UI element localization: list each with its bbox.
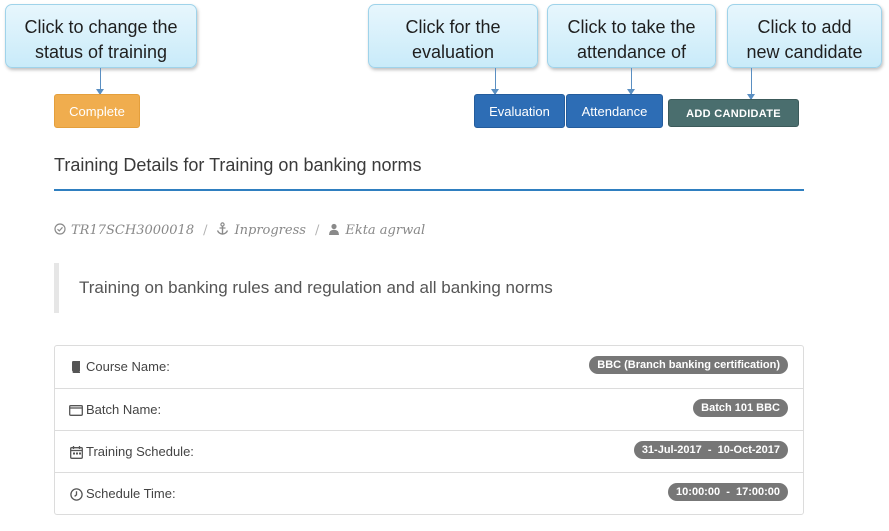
callout-attendance-arrow — [627, 68, 635, 95]
page-title: Training Details for Training on banking… — [54, 155, 422, 175]
callout-attendance: Click to take the attendance of — [547, 4, 716, 68]
table-row: Schedule Time: 10:00:00 - 17:00:00 — [55, 472, 803, 514]
callout-add-line2: new candidate — [746, 42, 863, 62]
training-code: TR17SCH3000018 — [71, 223, 195, 238]
batch-name-value: Batch 101 BBC — [693, 399, 788, 417]
callout-status-line1: Click to change the — [24, 17, 178, 37]
callout-status-arrow — [96, 68, 104, 95]
calendar-icon — [69, 445, 83, 459]
batch-name-label: Batch Name: — [86, 402, 162, 417]
user-icon — [328, 223, 340, 239]
training-meta: TR17SCH3000018 / Inprogress / Ekta agrwa… — [54, 222, 425, 239]
trainer-name: Ekta agrwal — [345, 223, 426, 238]
callout-status: Click to change the status of training — [5, 4, 197, 68]
callout-evaluation-line2: evaluation — [411, 42, 495, 62]
evaluation-button[interactable]: Evaluation — [474, 94, 565, 128]
clock-icon — [69, 487, 83, 501]
table-row: Training Schedule: 31-Jul-2017 - 10-Oct-… — [55, 430, 803, 472]
anchor-icon — [216, 222, 229, 239]
table-row: Batch Name: Batch 101 BBC — [55, 388, 803, 430]
title-divider — [54, 189, 804, 191]
callout-evaluation-line1: Click for the — [405, 17, 501, 37]
check-circle-icon — [54, 222, 66, 239]
training-schedule-value: 31-Jul-2017 - 10-Oct-2017 — [633, 441, 788, 459]
training-status: Inprogress — [234, 223, 306, 238]
callout-add-arrow — [747, 68, 755, 100]
callout-evaluation-arrow — [491, 68, 499, 95]
callout-status-line2: status of training — [34, 42, 168, 62]
details-table: Course Name: BBC (Branch banking certifi… — [54, 345, 804, 515]
add-candidate-button[interactable]: ADD CANDIDATE — [668, 99, 799, 127]
callout-evaluation: Click for the evaluation — [368, 4, 538, 68]
window-icon — [69, 404, 83, 416]
training-description: Training on banking rules and regulation… — [54, 263, 794, 313]
table-row: Course Name: BBC (Branch banking certifi… — [55, 346, 803, 388]
book-icon — [69, 361, 83, 373]
callout-attendance-line2: attendance of — [576, 42, 687, 62]
callout-attendance-line1: Click to take the — [567, 17, 696, 37]
schedule-time-label: Schedule Time: — [86, 486, 176, 501]
course-name-label: Course Name: — [86, 359, 170, 374]
callout-add-line1: Click to add — [757, 17, 852, 37]
complete-button[interactable]: Complete — [54, 94, 140, 128]
schedule-time-value: 10:00:00 - 17:00:00 — [668, 483, 788, 501]
attendance-button[interactable]: Attendance — [566, 94, 663, 128]
course-name-value: BBC (Branch banking certification) — [589, 356, 788, 374]
training-schedule-label: Training Schedule: — [86, 444, 194, 459]
callout-add: Click to add new candidate — [727, 4, 882, 68]
